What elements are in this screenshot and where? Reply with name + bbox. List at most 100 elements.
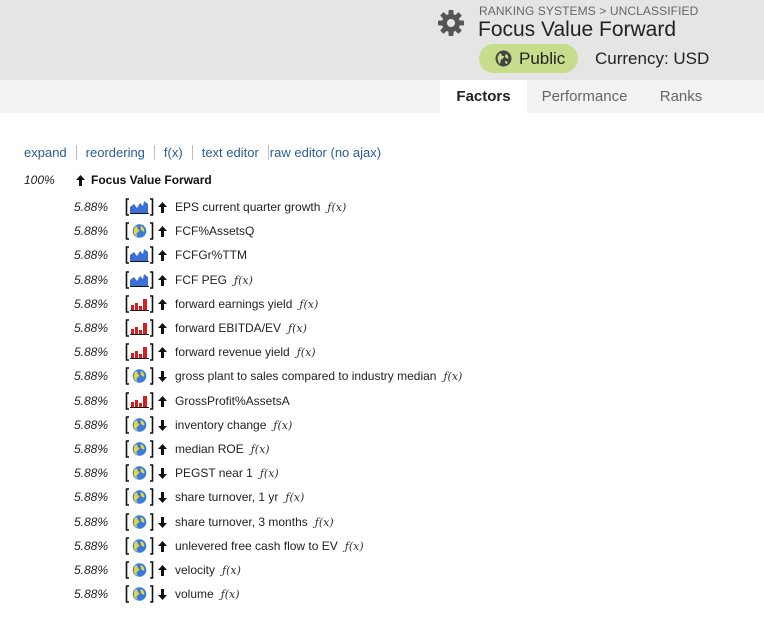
arrow-up-icon [158, 226, 167, 238]
fx-link[interactable]: f(x) [164, 145, 183, 160]
arrow-down-icon [158, 468, 167, 480]
factor-weight: 5.88% [74, 321, 109, 335]
text-editor-link[interactable]: text editor [202, 145, 259, 160]
factor-name-group: FCF%AssetsQ [175, 224, 254, 238]
factor-name[interactable]: PEGST near 1 [175, 466, 253, 480]
factor-weight: 5.88% [74, 248, 109, 263]
factor-weight: 5.88% [74, 563, 109, 577]
arrow-up-icon [158, 565, 167, 576]
factor-name[interactable]: GrossProfit%AssetsA [175, 394, 290, 408]
gear-icon[interactable] [436, 8, 466, 38]
factor-name-group: GrossProfit%AssetsA [175, 394, 290, 408]
arrow-down-icon [158, 589, 167, 601]
factor-weight: 5.88% [74, 417, 109, 432]
factor-name-group: FCF PEG ƒ(x) [175, 273, 253, 287]
expand-link[interactable]: expand [24, 145, 67, 160]
factor-weight: 5.88% [74, 466, 109, 481]
currency-label: Currency: USD [595, 49, 710, 68]
factor-row[interactable]: 5.88% FCFGr%TTM [0, 246, 764, 265]
factor-weight: 5.88% [74, 587, 109, 602]
factor-name[interactable]: forward earnings yield [175, 297, 292, 311]
reordering-link[interactable]: reordering [86, 145, 145, 160]
factor-row[interactable]: 5.88% median ROE ƒ(x) [0, 440, 764, 458]
factor-row[interactable]: 5.88% forward revenue yield ƒ(x) [0, 343, 764, 361]
factor-weight: 5.88% [74, 200, 109, 214]
toolbar-divider [75, 144, 77, 160]
factor-row[interactable]: 5.88% FCF PEG ƒ(x) [0, 270, 764, 289]
factor-name[interactable]: share turnover, 3 months [175, 515, 308, 529]
raw-editor-link[interactable]: raw editor (no ajax) [270, 145, 381, 160]
factor-name[interactable]: unlevered free cash flow to EV [175, 539, 338, 553]
factor-weight: 5.88% [74, 369, 109, 384]
root-weight: 100% [24, 173, 55, 187]
fx-indicator: ƒ(x) [296, 346, 316, 360]
factor-name[interactable]: velocity [175, 563, 215, 577]
globe-icon [495, 50, 512, 67]
factor-name[interactable]: inventory change [175, 418, 266, 432]
factor-weight: 5.88% [74, 490, 109, 505]
factor-row[interactable]: 5.88% EPS current quarter growth ƒ(x) [0, 198, 764, 216]
factor-row[interactable]: 5.88% unlevered free cash flow to EV ƒ(x) [0, 536, 764, 555]
factor-row[interactable]: 5.88% PEGST near 1 ƒ(x) [0, 464, 764, 482]
factor-name-group: median ROE ƒ(x) [175, 442, 270, 456]
arrow-up-icon [158, 298, 167, 310]
factor-row[interactable]: 5.88% gross plant to sales compared to in… [0, 367, 764, 386]
visibility-badge[interactable]: Public [479, 44, 578, 73]
root-node-name[interactable]: Focus Value Forward [91, 173, 212, 187]
tab-factors[interactable]: Factors [440, 80, 527, 113]
factor-weight: 5.88% [74, 514, 109, 529]
root-node-row[interactable]: 100% Focus Value Forward [24, 172, 212, 188]
factor-name-group: share turnover, 3 months ƒ(x) [175, 515, 334, 529]
factor-name[interactable]: FCF PEG [175, 273, 227, 287]
factor-row[interactable]: 5.88% forward EBITDA/EV ƒ(x) [0, 319, 764, 337]
red-chart-icon [125, 319, 154, 337]
arrow-down-icon [158, 492, 167, 504]
factor-name[interactable]: EPS current quarter growth [175, 200, 320, 214]
factor-row[interactable]: 5.88% share turnover, 1 yr ƒ(x) [0, 488, 764, 507]
factor-name[interactable]: gross plant to sales compared to industr… [175, 369, 436, 383]
factor-row[interactable]: 5.88% inventory change ƒ(x) [0, 415, 764, 434]
factor-name[interactable]: median ROE [175, 442, 244, 456]
factor-weight: 5.88% [74, 272, 109, 287]
factor-name[interactable]: volume [175, 587, 214, 601]
factor-row[interactable]: 5.88% GrossProfit%AssetsA [0, 391, 764, 410]
arrow-up-icon [158, 444, 167, 455]
arrow-up-icon [158, 274, 167, 286]
factor-toolbar: expand reordering f(x) text editor raw e… [24, 144, 381, 160]
factor-weight: 5.88% [74, 393, 109, 408]
globe-icon [125, 488, 154, 507]
factor-row[interactable]: 5.88% volume ƒ(x) [0, 585, 764, 603]
globe-icon [125, 585, 154, 603]
factor-row[interactable]: 5.88% forward earnings yield ƒ(x) [0, 294, 764, 313]
factor-name-group: gross plant to sales compared to industr… [175, 369, 462, 383]
fx-indicator: ƒ(x) [273, 418, 293, 432]
factor-name[interactable]: share turnover, 1 yr [175, 490, 278, 504]
factor-weight: 5.88% [74, 442, 109, 456]
fx-indicator: ƒ(x) [285, 491, 305, 505]
factor-row[interactable]: 5.88% share turnover, 3 months ƒ(x) [0, 512, 764, 531]
factor-name[interactable]: FCFGr%TTM [175, 248, 247, 262]
fx-indicator: ƒ(x) [234, 273, 253, 287]
factor-name[interactable]: FCF%AssetsQ [175, 224, 254, 238]
factor-name-group: PEGST near 1 ƒ(x) [175, 466, 279, 480]
fx-indicator: ƒ(x) [259, 467, 279, 481]
arrow-up-icon [76, 174, 85, 186]
factor-row[interactable]: 5.88% FCF%AssetsQ [0, 222, 764, 240]
factor-name[interactable]: forward revenue yield [175, 345, 290, 359]
toolbar-divider [191, 144, 193, 160]
factor-weight: 5.88% [74, 345, 109, 360]
fx-indicator: ƒ(x) [220, 588, 240, 602]
factor-name-group: forward revenue yield ƒ(x) [175, 345, 316, 359]
factor-row[interactable]: 5.88% velocity ƒ(x) [0, 561, 764, 579]
factor-name[interactable]: forward EBITDA/EV [175, 321, 281, 335]
factor-name-group: forward EBITDA/EV ƒ(x) [175, 321, 307, 335]
breadcrumb[interactable]: RANKING SYSTEMS > UNCLASSIFIED [479, 4, 698, 18]
arrow-up-icon [158, 323, 167, 334]
blue-chart-icon [125, 198, 154, 216]
factor-name-group: EPS current quarter growth ƒ(x) [175, 200, 346, 214]
globe-icon [125, 536, 154, 555]
arrow-up-icon [158, 202, 167, 213]
tab-performance[interactable]: Performance [527, 80, 642, 113]
tab-ranks[interactable]: Ranks [642, 80, 720, 113]
globe-icon [125, 512, 154, 531]
